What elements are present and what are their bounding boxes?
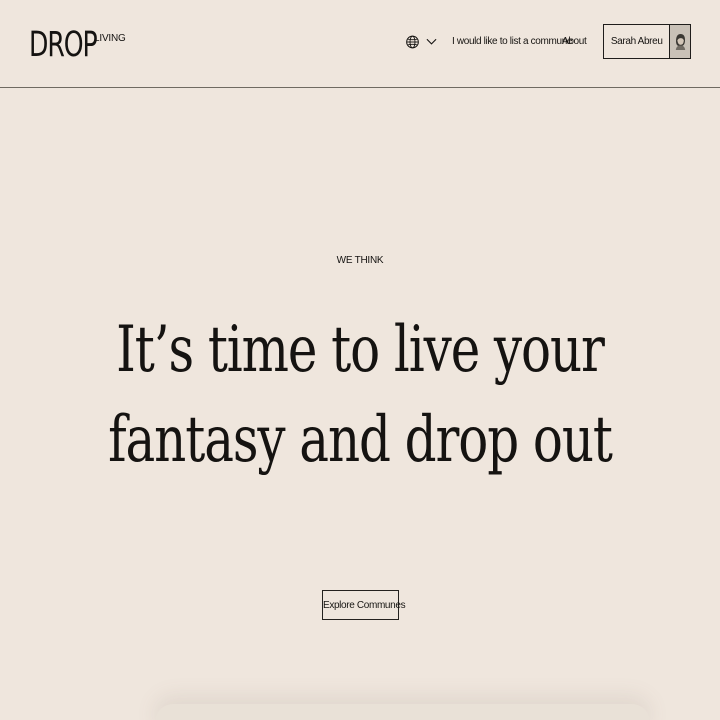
hero-headline-line-1: It’s time to live your	[116, 313, 605, 387]
language-switcher[interactable]	[405, 30, 438, 54]
explore-communes-button[interactable]: Explore Communes	[322, 590, 406, 620]
avatar-portrait-icon	[676, 33, 686, 50]
hero-headline: It’s time to live your fantasy and drop …	[79, 305, 641, 485]
hero-eyebrow: WE THINK	[336, 255, 384, 266]
user-name: Sarah Abreu	[604, 25, 671, 58]
avatar	[670, 25, 690, 58]
brand-subtitle: LIVING	[94, 33, 126, 44]
globe-icon	[406, 35, 419, 49]
chevron-down-icon	[426, 38, 437, 45]
drop-living-logo[interactable]: DROP LIVING	[29, 25, 126, 65]
landing-page: DROP LIVING I would like to list a commu…	[0, 0, 720, 720]
site-header: DROP LIVING I would like to list a commu…	[0, 0, 720, 88]
bottom-card-shadow	[155, 704, 650, 720]
list-commune-link[interactable]: I would like to list a commune	[452, 36, 572, 48]
user-menu-button[interactable]: Sarah Abreu	[603, 24, 691, 59]
brand-wordmark: DROP	[29, 25, 98, 65]
about-link[interactable]: About	[562, 36, 587, 48]
hero-headline-line-2: fantasy and drop out	[108, 403, 613, 477]
